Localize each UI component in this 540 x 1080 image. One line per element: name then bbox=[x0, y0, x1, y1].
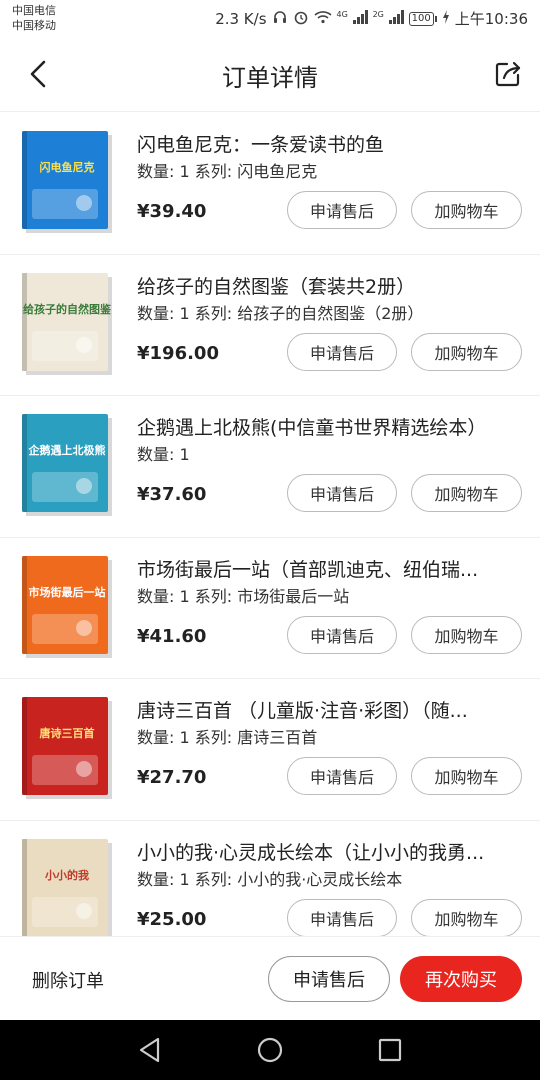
add-to-cart-button[interactable]: 加购物车 bbox=[411, 757, 522, 796]
headphone-icon bbox=[272, 9, 288, 29]
item-meta: 数量: 1 系列: 给孩子的自然图鉴（2册） bbox=[137, 303, 424, 323]
apply-after-sale-button[interactable]: 申请售后 bbox=[287, 474, 397, 513]
item-meta: 数量: 1 系列: 市场街最后一站 bbox=[137, 586, 350, 606]
book-cover-image[interactable]: 给孩子的自然图鉴 bbox=[22, 272, 114, 377]
triangle-back-icon bbox=[139, 1037, 160, 1063]
add-to-cart-button[interactable]: 加购物车 bbox=[411, 898, 522, 937]
item-meta: 数量: 1 bbox=[137, 445, 190, 465]
status-bar: 中国电信 中国移动 2.3 K/s 4G 2G 100 上午10:36 bbox=[0, 0, 540, 36]
item-title[interactable]: 闪电鱼尼克：一条爱读书的鱼 bbox=[137, 131, 512, 159]
svg-text:唐诗三百首: 唐诗三百首 bbox=[40, 726, 95, 740]
item-price: ¥27.70 bbox=[137, 767, 207, 789]
system-back-button[interactable] bbox=[136, 1036, 164, 1064]
item-price: ¥39.40 bbox=[137, 201, 207, 222]
order-item[interactable]: 唐诗三百首 唐诗三百首 （儿童版·注音·彩图）（随... 数量: 1 系列: 唐… bbox=[0, 679, 540, 821]
apply-after-sale-button[interactable]: 申请售后 bbox=[287, 757, 397, 796]
apply-after-sale-button[interactable]: 申请售后 bbox=[287, 191, 397, 229]
charging-icon bbox=[442, 9, 450, 28]
carrier-info: 中国电信 中国移动 bbox=[12, 3, 56, 33]
book-cover-image[interactable]: 企鹅遇上北极熊 bbox=[22, 414, 114, 518]
delete-order-button[interactable]: 删除订单 bbox=[32, 967, 104, 993]
net-type-1: 4G bbox=[336, 9, 348, 19]
add-to-cart-button[interactable]: 加购物车 bbox=[411, 332, 522, 371]
battery-level: 100 bbox=[408, 11, 434, 26]
carrier-2: 中国移动 bbox=[12, 19, 56, 32]
apply-after-sale-button[interactable]: 申请售后 bbox=[287, 615, 397, 654]
order-item[interactable]: 市场街最后一站 市场街最后一站（首部凯迪克、纽伯瑞... 数量: 1 系列: 市… bbox=[0, 538, 540, 680]
book-cover-image[interactable]: 小小的我 bbox=[22, 838, 114, 943]
svg-text:市场街最后一站: 市场街最后一站 bbox=[29, 585, 106, 599]
item-meta: 数量: 1 系列: 小小的我·心灵成长绘本 bbox=[137, 869, 403, 889]
add-to-cart-button[interactable]: 加购物车 bbox=[411, 615, 522, 654]
item-title[interactable]: 企鹅遇上北极熊(中信童书世界精选绘本） bbox=[137, 414, 512, 442]
share-icon bbox=[495, 61, 521, 87]
item-price: ¥196.00 bbox=[137, 342, 219, 364]
apply-after-sale-button[interactable]: 申请售后 bbox=[287, 898, 397, 937]
network-speed: 2.3 K/s bbox=[215, 9, 267, 28]
item-price: ¥41.60 bbox=[137, 625, 207, 647]
order-item[interactable]: 企鹅遇上北极熊 企鹅遇上北极熊(中信童书世界精选绘本） 数量: 1 ¥37.60… bbox=[0, 396, 540, 538]
system-recents-button[interactable] bbox=[376, 1036, 404, 1064]
net-type-2: 2G bbox=[372, 9, 384, 19]
svg-text:闪电鱼尼克: 闪电鱼尼克 bbox=[40, 160, 95, 174]
signal-bars-icon bbox=[352, 9, 368, 24]
signal-2: 2G bbox=[372, 9, 404, 28]
buy-again-button[interactable]: 再次购买 bbox=[400, 956, 522, 1002]
add-to-cart-button[interactable]: 加购物车 bbox=[411, 474, 522, 513]
book-cover-image[interactable]: 唐诗三百首 bbox=[22, 697, 114, 801]
system-home-button[interactable] bbox=[256, 1036, 284, 1064]
wifi-icon bbox=[313, 10, 332, 28]
svg-text:小小的我: 小小的我 bbox=[44, 868, 89, 882]
add-to-cart-button[interactable]: 加购物车 bbox=[411, 191, 522, 229]
book-cover-image[interactable]: 闪电鱼尼克 bbox=[22, 131, 114, 235]
order-item-list: 闪电鱼尼克 闪电鱼尼克：一条爱读书的鱼 数量: 1 系列: 闪电鱼尼克 ¥39.… bbox=[0, 113, 540, 963]
share-button[interactable] bbox=[490, 56, 526, 92]
signal-bars-icon bbox=[388, 9, 404, 24]
svg-text:给孩子的自然图鉴: 给孩子的自然图鉴 bbox=[23, 302, 112, 316]
item-title[interactable]: 唐诗三百首 （儿童版·注音·彩图）（随... bbox=[137, 697, 512, 725]
item-title[interactable]: 小小的我·心灵成长绘本（让小小的我勇... bbox=[137, 839, 512, 867]
item-title[interactable]: 市场街最后一站（首部凯迪克、纽伯瑞... bbox=[137, 556, 512, 584]
book-cover-image[interactable]: 市场街最后一站 bbox=[22, 555, 114, 660]
apply-after-sale-button[interactable]: 申请售后 bbox=[287, 332, 397, 371]
order-item[interactable]: 闪电鱼尼克 闪电鱼尼克：一条爱读书的鱼 数量: 1 系列: 闪电鱼尼克 ¥39.… bbox=[0, 113, 540, 255]
system-nav-bar bbox=[0, 1020, 540, 1080]
item-meta: 数量: 1 系列: 唐诗三百首 bbox=[137, 728, 318, 748]
circle-home-icon bbox=[257, 1037, 283, 1063]
svg-text:企鹅遇上北极熊: 企鹅遇上北极熊 bbox=[28, 443, 106, 457]
alarm-icon bbox=[293, 9, 309, 29]
battery-icon: 100 bbox=[408, 11, 437, 26]
item-price: ¥25.00 bbox=[137, 908, 207, 930]
item-meta: 数量: 1 系列: 闪电鱼尼克 bbox=[137, 162, 318, 181]
order-item[interactable]: 给孩子的自然图鉴 给孩子的自然图鉴（套装共2册） 数量: 1 系列: 给孩子的自… bbox=[0, 255, 540, 397]
carrier-1: 中国电信 bbox=[12, 4, 56, 17]
clock: 上午10:36 bbox=[454, 10, 528, 28]
order-after-sale-button[interactable]: 申请售后 bbox=[268, 956, 390, 1002]
signal-1: 4G bbox=[336, 9, 368, 28]
page-title: 订单详情 bbox=[222, 64, 318, 92]
square-recents-icon bbox=[378, 1038, 402, 1062]
item-title[interactable]: 给孩子的自然图鉴（套装共2册） bbox=[137, 273, 512, 301]
item-price: ¥37.60 bbox=[137, 484, 207, 506]
order-action-bar: 删除订单 申请售后 再次购买 bbox=[0, 936, 540, 1020]
status-indicators: 2.3 K/s 4G 2G 100 上午10:36 bbox=[215, 8, 528, 29]
header: 订单详情 bbox=[0, 36, 540, 112]
